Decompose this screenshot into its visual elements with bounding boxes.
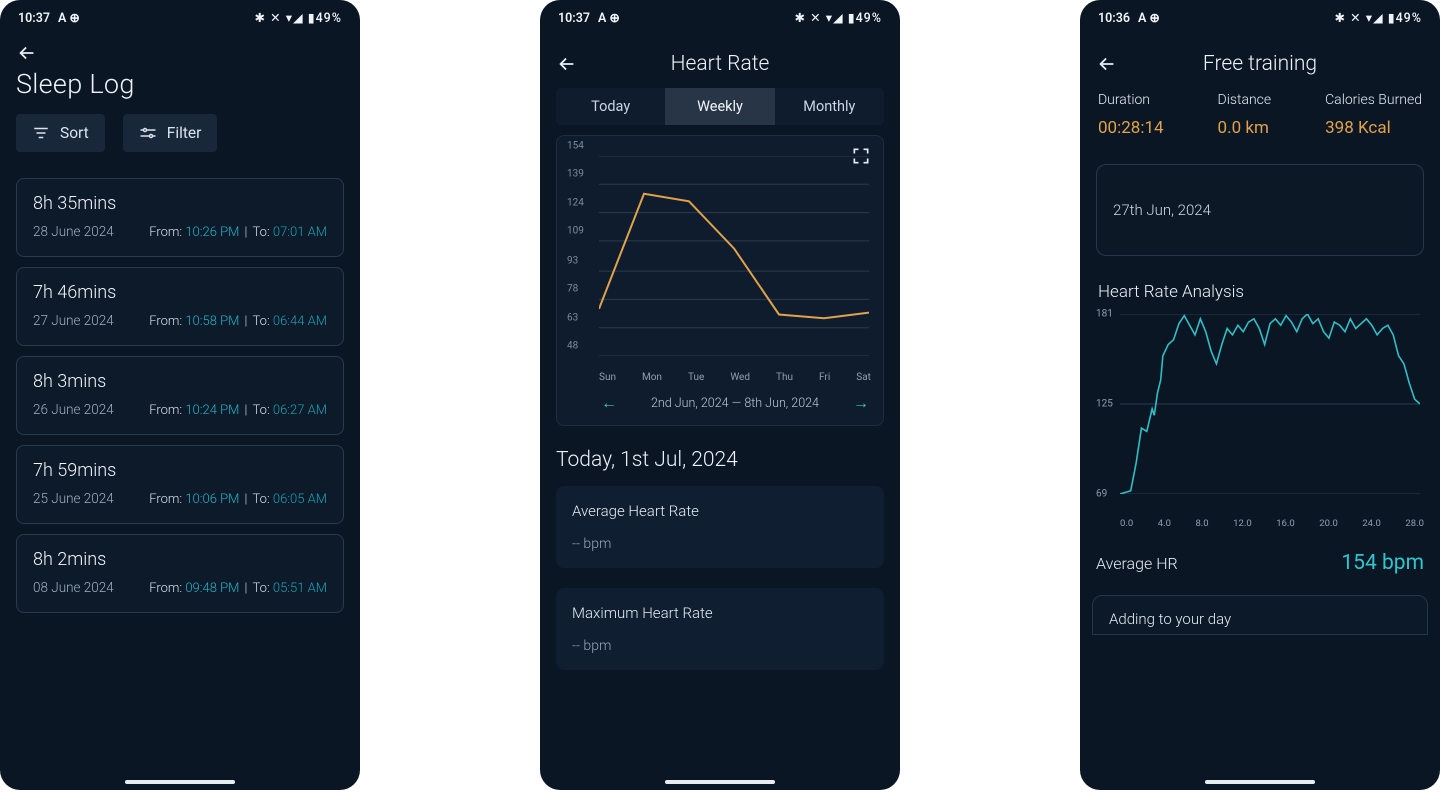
avg-hr-card[interactable]: Average Heart Rate -- bpm <box>556 486 884 568</box>
sleep-entry[interactable]: 7h 59mins 25 June 2024 From: 10:06 PM | … <box>16 445 344 524</box>
duration-value: 00:28:14 <box>1098 118 1164 138</box>
max-hr-label: Maximum Heart Rate <box>572 604 868 622</box>
avg-hr-value: 154 bpm <box>1341 551 1424 575</box>
tab-monthly[interactable]: Monthly <box>775 88 884 125</box>
sleep-duration: 7h 46mins <box>33 282 116 303</box>
avg-hr-value: -- bpm <box>572 536 868 552</box>
distance-label: Distance <box>1218 92 1272 108</box>
status-apps: A ⊕ <box>58 10 80 26</box>
sleep-duration: 8h 35mins <box>33 193 116 214</box>
back-icon[interactable] <box>556 53 578 75</box>
sleep-entry[interactable]: 8h 3mins 26 June 2024 From: 10:24 PM | T… <box>16 356 344 435</box>
page-title: Free training <box>1203 52 1317 76</box>
hr-analysis-title: Heart Rate Analysis <box>1096 278 1424 310</box>
sleep-date: 25 June 2024 <box>33 491 116 507</box>
metric-calories: Calories Burned 398 Kcal <box>1325 92 1422 138</box>
app-bar <box>0 32 360 64</box>
metric-duration: Duration 00:28:14 <box>1098 92 1164 138</box>
android-navbar[interactable] <box>1205 780 1315 784</box>
sleep-duration: 7h 59mins <box>33 460 116 481</box>
sort-label: Sort <box>60 124 89 142</box>
sleep-duration: 8h 3mins <box>33 371 114 392</box>
screen-free-training: 10:36 A ⊕ ✱ ✕ ▾◢ ▮49% Free training Durat… <box>1080 0 1440 790</box>
calories-value: 398 Kcal <box>1325 118 1422 138</box>
sleep-time-range: From: 10:58 PM | To: 06:44 AM <box>149 314 327 329</box>
status-apps: A ⊕ <box>1138 10 1160 26</box>
next-week-icon[interactable]: → <box>853 393 869 413</box>
max-hr-value: -- bpm <box>572 638 868 654</box>
weekly-hr-chart: SunMonTueWedThuFriSat ← 2nd Jun, 2024 — … <box>556 135 884 426</box>
avg-hr-row: Average HR 154 bpm <box>1080 539 1440 583</box>
range-tabs: Today Weekly Monthly <box>556 88 884 125</box>
duration-label: Duration <box>1098 92 1164 108</box>
prev-week-icon[interactable]: ← <box>601 393 617 413</box>
distance-value: 0.0 km <box>1218 118 1272 138</box>
back-icon[interactable] <box>1096 53 1118 75</box>
sleep-time-range: From: 10:06 PM | To: 06:05 AM <box>149 492 327 507</box>
avg-hr-label: Average Heart Rate <box>572 502 868 520</box>
sleep-entry[interactable]: 8h 35mins 28 June 2024 From: 10:26 PM | … <box>16 178 344 257</box>
sort-icon <box>32 126 50 140</box>
sleep-date: 08 June 2024 <box>33 580 114 596</box>
status-right: ✱ ✕ ▾◢ ▮49% <box>795 10 882 26</box>
session-date: 27th Jun, 2024 <box>1113 201 1211 219</box>
android-navbar[interactable] <box>125 780 235 784</box>
sleep-time-range: From: 10:24 PM | To: 06:27 AM <box>149 403 327 418</box>
filter-button[interactable]: Filter <box>123 114 218 152</box>
clock: 10:37 <box>558 11 590 26</box>
date-range-label: 2nd Jun, 2024 — 8th Jun, 2024 <box>651 396 819 411</box>
today-heading: Today, 1st Jul, 2024 <box>540 438 900 476</box>
tab-today[interactable]: Today <box>556 88 665 125</box>
clock: 10:36 <box>1098 11 1130 26</box>
date-range-nav: ← 2nd Jun, 2024 — 8th Jun, 2024 → <box>599 385 871 415</box>
back-icon[interactable] <box>16 42 38 64</box>
sort-button[interactable]: Sort <box>16 114 105 152</box>
sleep-date: 27 June 2024 <box>33 313 116 329</box>
filter-icon <box>139 126 157 140</box>
page-title: Sleep Log <box>0 64 360 114</box>
sleep-entry[interactable]: 7h 46mins 27 June 2024 From: 10:58 PM | … <box>16 267 344 346</box>
session-date-card[interactable]: 27th Jun, 2024 <box>1096 164 1424 256</box>
max-hr-card[interactable]: Maximum Heart Rate -- bpm <box>556 588 884 670</box>
status-right: ✱ ✕ ▾◢ ▮49% <box>1335 10 1422 26</box>
status-apps: A ⊕ <box>598 10 620 26</box>
controls-row: Sort Filter <box>0 114 360 168</box>
page-title: Heart Rate <box>671 52 770 76</box>
adding-label: Adding to your day <box>1109 610 1231 628</box>
app-bar: Heart Rate <box>540 32 900 84</box>
clock: 10:37 <box>18 11 50 26</box>
sleep-date: 26 June 2024 <box>33 402 114 418</box>
status-right: ✱ ✕ ▾◢ ▮49% <box>255 10 342 26</box>
screen-heart-rate: 10:37 A ⊕ ✱ ✕ ▾◢ ▮49% Heart Rate Today We… <box>540 0 900 790</box>
avg-hr-label: Average HR <box>1096 554 1178 573</box>
calories-label: Calories Burned <box>1325 92 1422 108</box>
sleep-duration: 8h 2mins <box>33 549 114 570</box>
adding-card[interactable]: Adding to your day <box>1092 595 1428 635</box>
hr-analysis-card: Heart Rate Analysis 18112569 0.04.08.012… <box>1096 278 1424 529</box>
sleep-entry[interactable]: 8h 2mins 08 June 2024 From: 09:48 PM | T… <box>16 534 344 613</box>
metric-distance: Distance 0.0 km <box>1218 92 1272 138</box>
sleep-time-range: From: 10:26 PM | To: 07:01 AM <box>149 225 327 240</box>
statusbar: 10:36 A ⊕ ✱ ✕ ▾◢ ▮49% <box>1080 0 1440 32</box>
summary-metrics: Duration 00:28:14 Distance 0.0 km Calori… <box>1080 84 1440 154</box>
app-bar: Free training <box>1080 32 1440 84</box>
filter-label: Filter <box>167 124 202 142</box>
tab-weekly[interactable]: Weekly <box>665 88 774 125</box>
sleep-date: 28 June 2024 <box>33 224 116 240</box>
statusbar: 10:37 A ⊕ ✱ ✕ ▾◢ ▮49% <box>540 0 900 32</box>
sleep-time-range: From: 09:48 PM | To: 05:51 AM <box>149 581 327 596</box>
android-navbar[interactable] <box>665 780 775 784</box>
screen-sleep-log: 10:37 A ⊕ ✱ ✕ ▾◢ ▮49% Sleep Log Sort Filt… <box>0 0 360 790</box>
statusbar: 10:37 A ⊕ ✱ ✕ ▾◢ ▮49% <box>0 0 360 32</box>
